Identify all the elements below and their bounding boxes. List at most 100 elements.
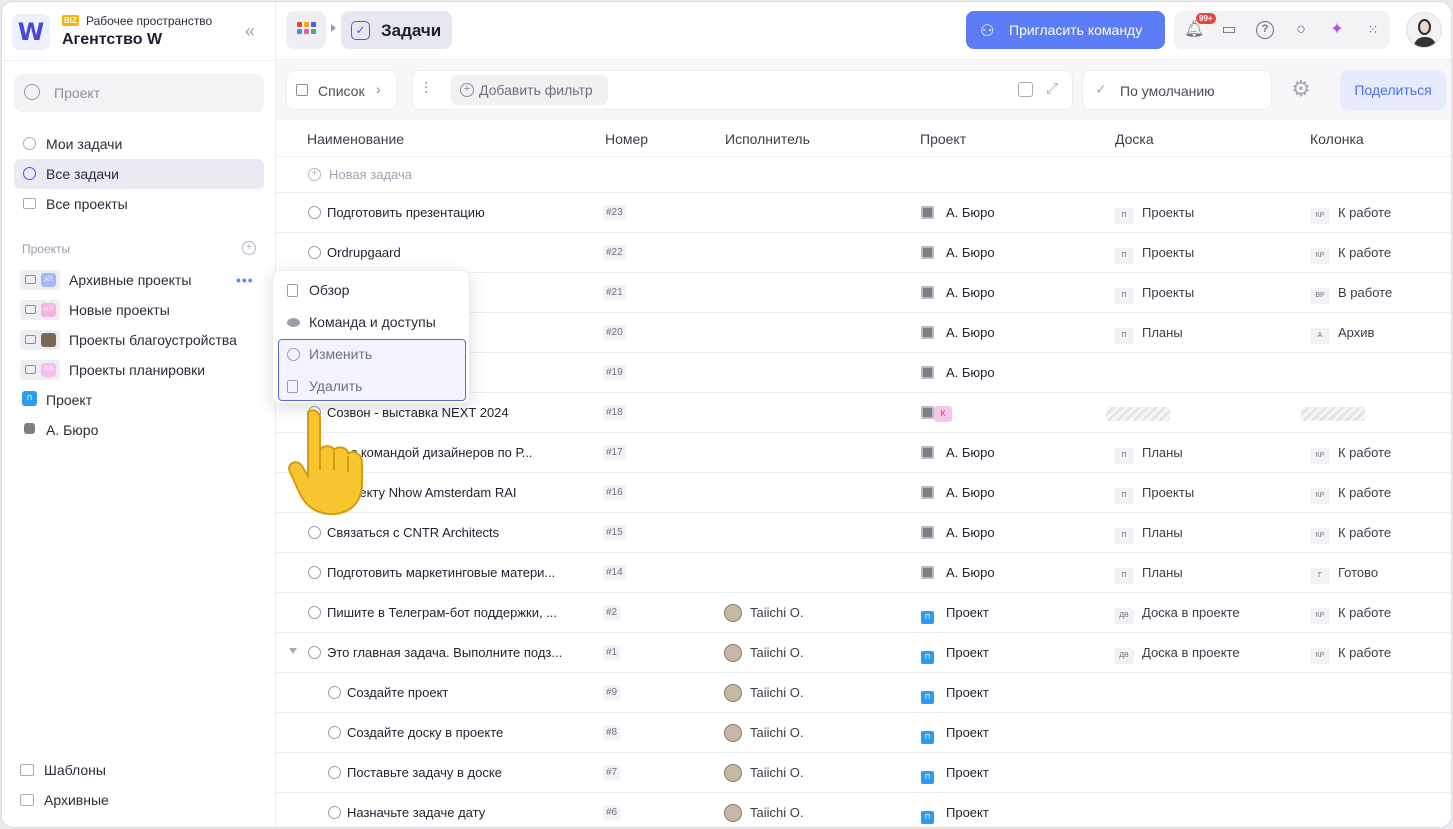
templates-link[interactable]: Шаблоны [20, 762, 106, 778]
task-name[interactable]: Подготовить маркетинговые матери... [327, 565, 587, 580]
share-button[interactable]: Поделиться [1340, 70, 1446, 110]
add-project-icon[interactable]: + [242, 241, 256, 255]
task-checkbox[interactable] [308, 246, 321, 259]
task-name[interactable]: Связаться с CNTR Architects [327, 525, 587, 540]
column-cell[interactable]: КР К работе [1310, 645, 1391, 664]
column-cell[interactable]: КР К работе [1310, 605, 1391, 624]
task-name[interactable]: Созвон - выставка NEXT 2024 [327, 405, 587, 420]
project-cell[interactable]: А. Бюро [921, 365, 995, 380]
menu-item-edit[interactable]: Изменить [273, 339, 471, 369]
task-name[interactable]: Это главная задача. Выполните подз... [327, 645, 587, 660]
task-checkbox[interactable] [308, 526, 321, 539]
column-cell[interactable]: КР К работе [1310, 205, 1391, 224]
task-checkbox[interactable] [328, 686, 341, 699]
folder-icon[interactable]: ▭ [1220, 21, 1238, 39]
project-cell[interactable]: П Проект [921, 685, 989, 704]
archive-link[interactable]: Архивные [20, 792, 109, 808]
expand-caret-icon[interactable] [289, 648, 297, 654]
table-row[interactable]: Поставьте задачу в доске #7 Taiichi O. П Про… [276, 753, 1451, 793]
invite-team-button[interactable]: ⚇ Пригласить команду [966, 11, 1165, 49]
column-cell[interactable]: КР К работе [1310, 525, 1391, 544]
table-row[interactable]: Создайте проект #9 Taiichi O. П Проект [276, 673, 1451, 713]
board-cell[interactable]: П Планы [1114, 445, 1183, 464]
workspace-switcher[interactable]: W BIZ Рабочее пространство Агентство W « [12, 12, 266, 52]
task-checkbox[interactable] [328, 806, 341, 819]
board-cell[interactable]: ДВ Доска в проекте [1114, 645, 1240, 664]
apps-button[interactable] [286, 11, 326, 49]
column-cell[interactable]: А Архив [1310, 325, 1374, 344]
help-icon[interactable]: ? [1256, 21, 1274, 39]
task-checkbox[interactable] [328, 766, 341, 779]
table-row[interactable]: Создайте доску в проекте #8 Taiichi O. П Про… [276, 713, 1451, 753]
project-cell[interactable]: А. Бюро [921, 565, 995, 580]
menu-item-overview[interactable]: Обзор [273, 275, 471, 305]
task-checkbox[interactable] [308, 206, 321, 219]
column-cell[interactable]: КР К работе [1310, 445, 1391, 464]
assignee[interactable]: Taiichi O. [724, 764, 803, 782]
task-name[interactable]: Поставьте задачу в доске [347, 765, 607, 780]
sidebar-folder-landscaping[interactable]: Проекты благоустройства [20, 328, 268, 352]
assignee[interactable]: Taiichi O. [724, 804, 803, 822]
project-cell[interactable]: А. Бюро [921, 525, 995, 540]
task-name[interactable]: Создайте доску в проекте [347, 725, 607, 740]
project-cell[interactable]: А. Бюро [921, 205, 995, 220]
column-header-assignee[interactable]: Исполнитель [725, 131, 810, 147]
more-options-icon[interactable]: ••• [236, 272, 254, 288]
table-row[interactable]: о проекту Nhow Amsterdam RAI #16 А. Бюро П П… [276, 473, 1451, 513]
project-cell[interactable]: П Проект [921, 765, 989, 784]
assignee[interactable]: Taiichi O. [724, 684, 803, 702]
column-header-number[interactable]: Номер [605, 131, 648, 147]
search-icon[interactable]: ○ [1292, 21, 1310, 39]
sidebar-folder-new[interactable]: НП Новые проекты [20, 298, 268, 322]
board-cell[interactable]: П Проекты [1114, 245, 1194, 264]
nav-all-projects[interactable]: Все проекты [14, 189, 264, 219]
project-cell[interactable]: А. Бюро [921, 325, 995, 340]
save-icon[interactable] [1018, 82, 1033, 97]
board-cell[interactable]: П Проекты [1114, 205, 1194, 224]
nav-all-tasks[interactable]: Все задачи [14, 159, 264, 189]
breadcrumb-tasks[interactable]: ✓ Задачи [341, 11, 452, 49]
task-name[interactable]: о проекту Nhow Amsterdam RAI [327, 485, 587, 500]
view-switcher[interactable]: Список › [286, 70, 397, 110]
sliders-icon[interactable]: ⫶ [424, 81, 428, 99]
task-name[interactable]: Ordrupgaard [327, 245, 587, 260]
project-cell[interactable]: А. Бюро [921, 245, 995, 260]
table-row[interactable]: Подготовить маркетинговые матери... #14 А.… [276, 553, 1451, 593]
expand-icon[interactable]: ⤢ [1046, 80, 1058, 97]
board-cell[interactable]: П Проекты [1114, 485, 1194, 504]
task-checkbox[interactable] [328, 726, 341, 739]
column-header-board[interactable]: Доска [1115, 131, 1154, 147]
column-header-project[interactable]: Проект [920, 131, 966, 147]
sort-selector[interactable]: ✓ По умолчанию [1082, 70, 1272, 110]
nav-my-tasks[interactable]: Мои задачи [14, 129, 264, 159]
task-name[interactable]: нок с командой дизайнеров по Р... [327, 445, 587, 460]
project-cell[interactable]: П Проект [921, 645, 989, 664]
column-header-column[interactable]: Колонка [1310, 131, 1364, 147]
board-cell[interactable]: П Планы [1114, 325, 1183, 344]
table-row[interactable]: Пишите в Телеграм-бот поддержки, ... #2 Ta… [276, 593, 1451, 633]
table-row[interactable]: Связаться с CNTR Architects #15 А. Бюро П Пл… [276, 513, 1451, 553]
board-cell[interactable]: П Планы [1114, 565, 1183, 584]
project-cell[interactable]: А. Бюро [921, 445, 995, 460]
new-task-row[interactable]: + Новая задача [276, 157, 1451, 193]
table-row[interactable]: Это главная задача. Выполните подз... #1 T… [276, 633, 1451, 673]
column-cell[interactable]: Г Готово [1310, 565, 1378, 584]
task-checkbox[interactable] [308, 606, 321, 619]
sidebar-search-input[interactable]: Проект [14, 74, 264, 112]
table-row[interactable]: Ordrupgaard #22 А. Бюро П Проекты КР К работе [276, 233, 1451, 273]
grid-menu-icon[interactable]: ⁙ [1364, 21, 1382, 39]
menu-item-team-access[interactable]: Команда и доступы [273, 307, 471, 337]
task-name[interactable]: Пишите в Телеграм-бот поддержки, ... [327, 605, 587, 620]
project-cell[interactable]: П Проект [921, 805, 989, 824]
task-name[interactable]: Назначьте задаче дату [347, 805, 607, 820]
assignee[interactable]: Taiichi O. [724, 724, 803, 742]
assignee[interactable]: Taiichi O. [724, 604, 803, 622]
sidebar-folder-planning[interactable]: ПП Проекты планировки [20, 358, 268, 382]
add-filter-button[interactable]: + Добавить фильтр [451, 75, 608, 105]
collapse-sidebar-icon[interactable]: « [238, 20, 262, 44]
menu-item-delete[interactable]: Удалить [273, 371, 471, 401]
task-name[interactable]: Подготовить презентацию [327, 205, 587, 220]
board-cell[interactable]: П Проекты [1114, 285, 1194, 304]
task-checkbox[interactable] [308, 566, 321, 579]
settings-gear-icon[interactable]: ⚙ [1289, 78, 1313, 102]
